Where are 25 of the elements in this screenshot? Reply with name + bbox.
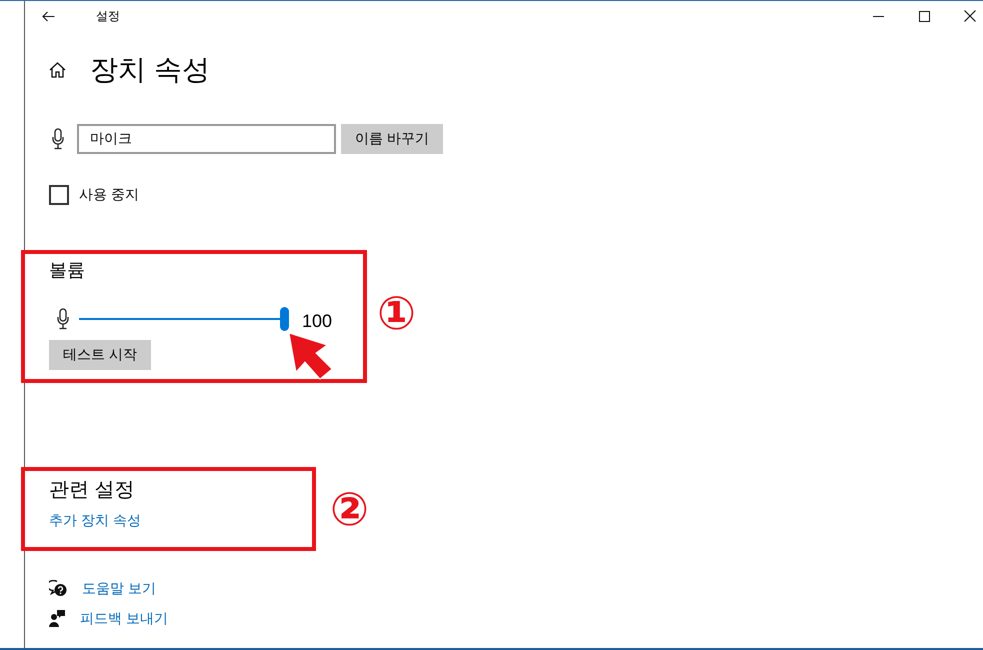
feedback-person-icon — [49, 610, 65, 626]
step-number: ② — [330, 484, 369, 534]
close-icon[interactable] — [964, 10, 976, 22]
microphone-icon — [52, 128, 64, 150]
related-link[interactable]: 추가 장치 속성 — [49, 510, 141, 530]
window-title: 설정 — [96, 8, 120, 24]
maximize-icon[interactable] — [918, 10, 930, 22]
microphone-icon — [57, 308, 69, 330]
related-settings-heading: 관련 설정 — [49, 478, 135, 503]
disable-checkbox[interactable] — [49, 185, 69, 205]
test-button[interactable]: 테스트 시작 — [49, 340, 151, 370]
help-chat-icon — [49, 580, 67, 596]
rename-button[interactable]: 이름 바꾸기 — [341, 124, 443, 154]
step-number: ① — [377, 288, 416, 338]
volume-reading: 100 — [302, 311, 332, 332]
checkbox-label: 사용 중지 — [79, 186, 139, 204]
back-arrow-icon[interactable] — [42, 10, 54, 22]
feedback-link[interactable]: 피드백 보내기 — [80, 608, 168, 628]
help-link[interactable]: 도움말 보기 — [82, 578, 156, 598]
volume-heading: 볼륨 — [49, 259, 85, 282]
volume-slider[interactable] — [79, 306, 289, 330]
home-icon[interactable] — [49, 62, 66, 78]
slider-thumb[interactable] — [280, 306, 289, 330]
page-title: 장치 속성 — [90, 53, 210, 87]
device-name-field[interactable]: 마이크 — [77, 124, 336, 154]
